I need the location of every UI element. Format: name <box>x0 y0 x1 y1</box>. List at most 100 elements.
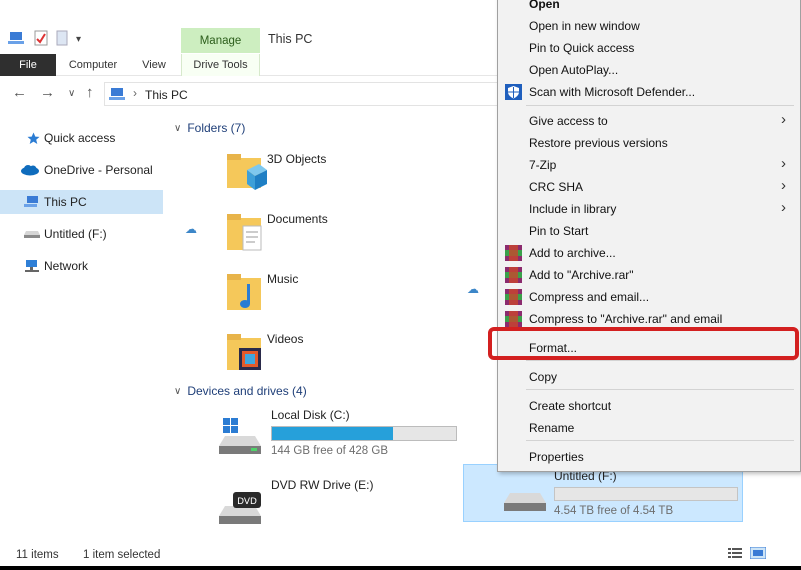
sidebar-item-label: Network <box>44 259 89 273</box>
tab-drive-tools[interactable]: Drive Tools <box>181 54 260 76</box>
navigation-pane: Quick access OneDrive - Personal This PC… <box>0 118 163 538</box>
folder-3d-objects[interactable]: 3D Objects <box>225 150 425 206</box>
menu-item-copy[interactable]: Copy <box>498 366 800 388</box>
drive-dvd-rw-e[interactable]: DVD DVD RW Drive (E:) <box>219 478 469 538</box>
folders-group-label: Folders (7) <box>187 121 246 135</box>
sidebar-item-untitled-f[interactable]: Untitled (F:) <box>0 222 163 246</box>
menu-separator <box>526 389 794 390</box>
menu-item-give-access[interactable]: Give access to › <box>498 110 800 132</box>
menu-item-add-archive[interactable]: Add to archive... <box>498 242 800 264</box>
devices-group-label: Devices and drives (4) <box>187 384 307 398</box>
chevron-right-icon: › <box>781 155 786 172</box>
drive-label: Local Disk (C:) <box>271 408 350 422</box>
manage-tab[interactable]: Manage <box>181 28 260 53</box>
winrar-icon <box>505 267 522 283</box>
chevron-right-icon: › <box>781 177 786 194</box>
folder-label: Music <box>267 272 299 286</box>
tab-file[interactable]: File <box>0 54 56 76</box>
new-folder-icon[interactable] <box>56 30 68 49</box>
winrar-icon <box>505 289 522 305</box>
cloud-icon <box>20 163 40 177</box>
computer-icon <box>24 195 40 209</box>
windows-drive-icon <box>219 418 261 454</box>
dvd-drive-icon: DVD <box>219 492 261 524</box>
drive-usage-bar <box>271 426 457 441</box>
drive-usage-fill <box>272 427 394 440</box>
cloud-sync-icon: ☁ <box>185 222 197 236</box>
drive-label: DVD RW Drive (E:) <box>271 478 374 492</box>
tab-view[interactable]: View <box>134 54 174 76</box>
sidebar-item-label: Untitled (F:) <box>44 227 107 241</box>
folder-music-icon <box>227 274 261 310</box>
large-icons-view-icon[interactable] <box>749 546 767 562</box>
drive-untitled-f-selected[interactable]: Untitled (F:) 4.54 TB free of 4.54 TB <box>463 464 743 522</box>
computer-icon[interactable] <box>8 31 26 48</box>
up-arrow-icon[interactable]: ↑ <box>86 84 94 101</box>
folders-group-header[interactable]: ∨ Folders (7) <box>174 121 245 135</box>
selection-count: 1 item selected <box>83 549 161 561</box>
breadcrumb[interactable]: This PC <box>145 88 188 102</box>
sidebar-item-onedrive[interactable]: OneDrive - Personal <box>0 158 163 182</box>
menu-item-create-shortcut[interactable]: Create shortcut <box>498 395 800 417</box>
folder-label: Documents <box>267 212 328 226</box>
tab-computer[interactable]: Computer <box>60 54 126 76</box>
menu-item-add-archive-rar[interactable]: Add to "Archive.rar" <box>498 264 800 286</box>
folder-label: Videos <box>267 332 304 346</box>
menu-item-properties[interactable]: Properties <box>498 446 800 468</box>
drive-icon <box>24 227 40 241</box>
forward-arrow-icon[interactable]: → <box>40 84 55 101</box>
drive-free-space: 144 GB free of 428 GB <box>271 445 388 457</box>
cloud-sync-icon: ☁ <box>467 282 479 296</box>
drive-usage-bar <box>554 487 738 501</box>
winrar-icon <box>505 245 522 261</box>
menu-item-rename[interactable]: Rename <box>498 417 800 439</box>
menu-item-7zip[interactable]: 7-Zip › <box>498 154 800 176</box>
sidebar-item-label: This PC <box>44 195 87 209</box>
menu-item-restore-versions[interactable]: Restore previous versions <box>498 132 800 154</box>
menu-item-open-new-window[interactable]: Open in new window <box>498 15 800 37</box>
devices-group-header[interactable]: ∨ Devices and drives (4) <box>174 384 307 398</box>
sidebar-item-label: OneDrive - Personal <box>44 163 153 177</box>
menu-item-scan-defender[interactable]: Scan with Microsoft Defender... <box>498 81 800 103</box>
details-view-icon[interactable] <box>728 547 742 562</box>
menu-separator <box>526 440 794 441</box>
window-bottom-border <box>0 566 801 570</box>
window-title: This PC <box>268 32 313 46</box>
sidebar-item-this-pc[interactable]: This PC <box>0 190 163 214</box>
back-arrow-icon[interactable]: ← <box>12 84 27 101</box>
drive-icon <box>504 493 546 511</box>
winrar-icon <box>505 311 522 327</box>
menu-item-pin-start[interactable]: Pin to Start <box>498 220 800 242</box>
menu-item-pin-quick-access[interactable]: Pin to Quick access <box>498 37 800 59</box>
item-count: 11 items <box>16 549 59 561</box>
breadcrumb-chevron-icon[interactable]: › <box>133 86 137 100</box>
defender-icon <box>505 84 522 100</box>
recent-chevron-icon[interactable]: ∨ <box>68 88 75 99</box>
menu-item-crc-sha[interactable]: CRC SHA › <box>498 176 800 198</box>
folder-videos[interactable]: Videos <box>225 330 425 386</box>
context-menu: Open Open in new window Pin to Quick acc… <box>497 0 801 472</box>
folder-music[interactable]: Music <box>225 270 425 326</box>
drive-local-disk-c[interactable]: Local Disk (C:) 144 GB free of 428 GB <box>219 408 469 468</box>
menu-separator <box>526 360 794 361</box>
menu-separator <box>526 105 794 106</box>
menu-item-compress-email[interactable]: Compress and email... <box>498 286 800 308</box>
chevron-right-icon: › <box>781 199 786 216</box>
svg-text:DVD: DVD <box>237 497 257 507</box>
folder-videos-icon <box>227 334 261 370</box>
status-bar: 11 items 1 item selected <box>0 545 801 567</box>
address-input[interactable]: › This PC <box>104 82 524 106</box>
sidebar-item-quick-access[interactable]: Quick access <box>0 126 163 150</box>
drive-free-space: 4.54 TB free of 4.54 TB <box>554 505 674 517</box>
folder-documents-icon <box>227 214 262 251</box>
chevron-right-icon: › <box>781 111 786 128</box>
folder-3d-objects-icon <box>227 154 267 190</box>
properties-icon[interactable] <box>34 30 48 49</box>
format-highlight-box <box>488 327 799 360</box>
menu-item-open-autoplay[interactable]: Open AutoPlay... <box>498 59 800 81</box>
folder-documents[interactable]: Documents <box>225 210 425 266</box>
network-icon <box>24 259 40 273</box>
menu-item-include-library[interactable]: Include in library › <box>498 198 800 220</box>
chevron-down-icon[interactable]: ▾ <box>76 34 81 45</box>
sidebar-item-network[interactable]: Network <box>0 254 163 278</box>
